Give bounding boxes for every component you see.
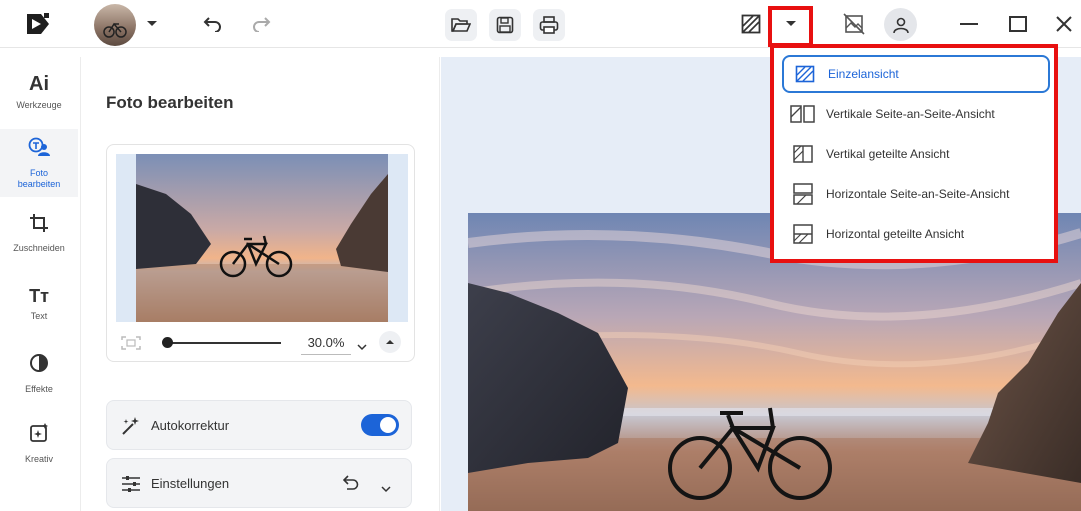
preview-box: 30.0% — [106, 144, 415, 362]
settings-label: Einstellungen — [151, 476, 230, 491]
view-mode-icon[interactable] — [735, 8, 767, 40]
panel-title: Foto bearbeiten — [106, 93, 234, 112]
folder-open-icon[interactable] — [445, 9, 477, 41]
avatar[interactable] — [94, 4, 136, 46]
minimize-icon[interactable] — [953, 8, 985, 40]
vertical-side-by-side-icon — [788, 102, 818, 126]
rail-item-foto-bearbeiten[interactable]: Foto bearbeiten — [0, 129, 78, 197]
single-view-icon — [790, 62, 820, 86]
user-icon[interactable] — [884, 8, 917, 41]
chevron-down-icon[interactable] — [381, 480, 391, 498]
rail-item-label: Werkzeuge — [16, 99, 62, 110]
toggle-knob — [380, 417, 396, 433]
highlight-box — [768, 6, 813, 47]
chevron-down-icon[interactable] — [137, 8, 167, 40]
menu-item-label: Horizontale Seite-an-Seite-Ansicht — [826, 187, 1010, 201]
sliders-icon — [121, 474, 141, 499]
ai-tools-icon: Ai — [29, 72, 49, 95]
menu-item-label: Vertikale Seite-an-Seite-Ansicht — [826, 107, 995, 121]
collapse-button[interactable] — [379, 331, 401, 353]
menu-item-vertikal-geteilt[interactable]: Vertikal geteilte Ansicht — [782, 135, 1050, 173]
rail-item-effekte[interactable]: Effekte — [0, 339, 78, 409]
rail-item-label: Foto bearbeiten — [17, 167, 61, 189]
undo-icon[interactable] — [197, 8, 229, 40]
settings-card[interactable]: Einstellungen — [106, 458, 412, 508]
app-logo-icon — [22, 8, 54, 40]
rail-item-label: Text — [30, 310, 48, 321]
effects-icon — [29, 353, 49, 378]
left-rail: Ai Werkzeuge Foto bearbeiten Zuschneiden… — [0, 57, 78, 511]
autocorrect-toggle[interactable] — [361, 414, 399, 436]
redo-icon[interactable] — [245, 8, 277, 40]
autocorrect-card[interactable]: Autokorrektur — [106, 400, 412, 450]
creative-icon — [29, 423, 49, 448]
menu-item-horizontale-seite-an-seite[interactable]: Horizontale Seite-an-Seite-Ansicht — [782, 175, 1050, 213]
horizontal-side-by-side-icon — [788, 182, 818, 206]
zoom-value[interactable]: 30.0% — [301, 335, 351, 355]
preview-thumbnail — [136, 154, 388, 322]
menu-item-vertikale-seite-an-seite[interactable]: Vertikale Seite-an-Seite-Ansicht — [782, 95, 1050, 133]
horizontal-split-icon — [788, 222, 818, 246]
zoom-slider-knob[interactable] — [162, 337, 173, 348]
fit-screen-icon[interactable] — [121, 336, 141, 355]
zoom-controls: 30.0% — [107, 325, 414, 361]
save-icon[interactable] — [489, 9, 521, 41]
text-icon: Tт — [29, 285, 49, 306]
menu-item-label: Horizontal geteilte Ansicht — [826, 227, 965, 241]
rail-item-zuschneiden[interactable]: Zuschneiden — [0, 199, 78, 269]
zoom-slider[interactable] — [165, 342, 281, 344]
chevron-down-icon[interactable] — [357, 338, 367, 356]
vertical-split-icon — [788, 142, 818, 166]
menu-item-label: Vertikal geteilte Ansicht — [826, 147, 950, 161]
photo-edit-icon — [28, 137, 50, 162]
menu-item-horizontal-geteilt[interactable]: Horizontal geteilte Ansicht — [782, 215, 1050, 253]
autocorrect-label: Autokorrektur — [151, 418, 230, 433]
edit-panel: Foto bearbeiten 30.0% Autokorrektur Eins… — [80, 57, 440, 511]
crop-icon — [30, 214, 48, 237]
rail-item-text[interactable]: Tт Text — [0, 269, 78, 339]
rail-item-kreativ[interactable]: Kreativ — [0, 409, 78, 479]
maximize-icon[interactable] — [1002, 8, 1034, 40]
compare-off-icon[interactable] — [838, 8, 870, 40]
view-mode-menu: Einzelansicht Vertikale Seite-an-Seite-A… — [770, 44, 1058, 263]
rail-item-label: Effekte — [25, 384, 53, 394]
preview-background — [116, 154, 408, 322]
top-toolbar — [0, 0, 1081, 48]
reset-icon[interactable] — [342, 475, 359, 496]
print-icon[interactable] — [533, 9, 565, 41]
magic-wand-icon — [121, 416, 141, 441]
rail-item-label: Zuschneiden — [13, 243, 65, 253]
rail-item-werkzeuge[interactable]: Ai Werkzeuge — [0, 57, 78, 127]
close-icon[interactable] — [1048, 8, 1080, 40]
rail-item-label: Kreativ — [24, 454, 53, 464]
menu-item-einzelansicht[interactable]: Einzelansicht — [782, 55, 1050, 93]
menu-item-label: Einzelansicht — [828, 67, 899, 81]
